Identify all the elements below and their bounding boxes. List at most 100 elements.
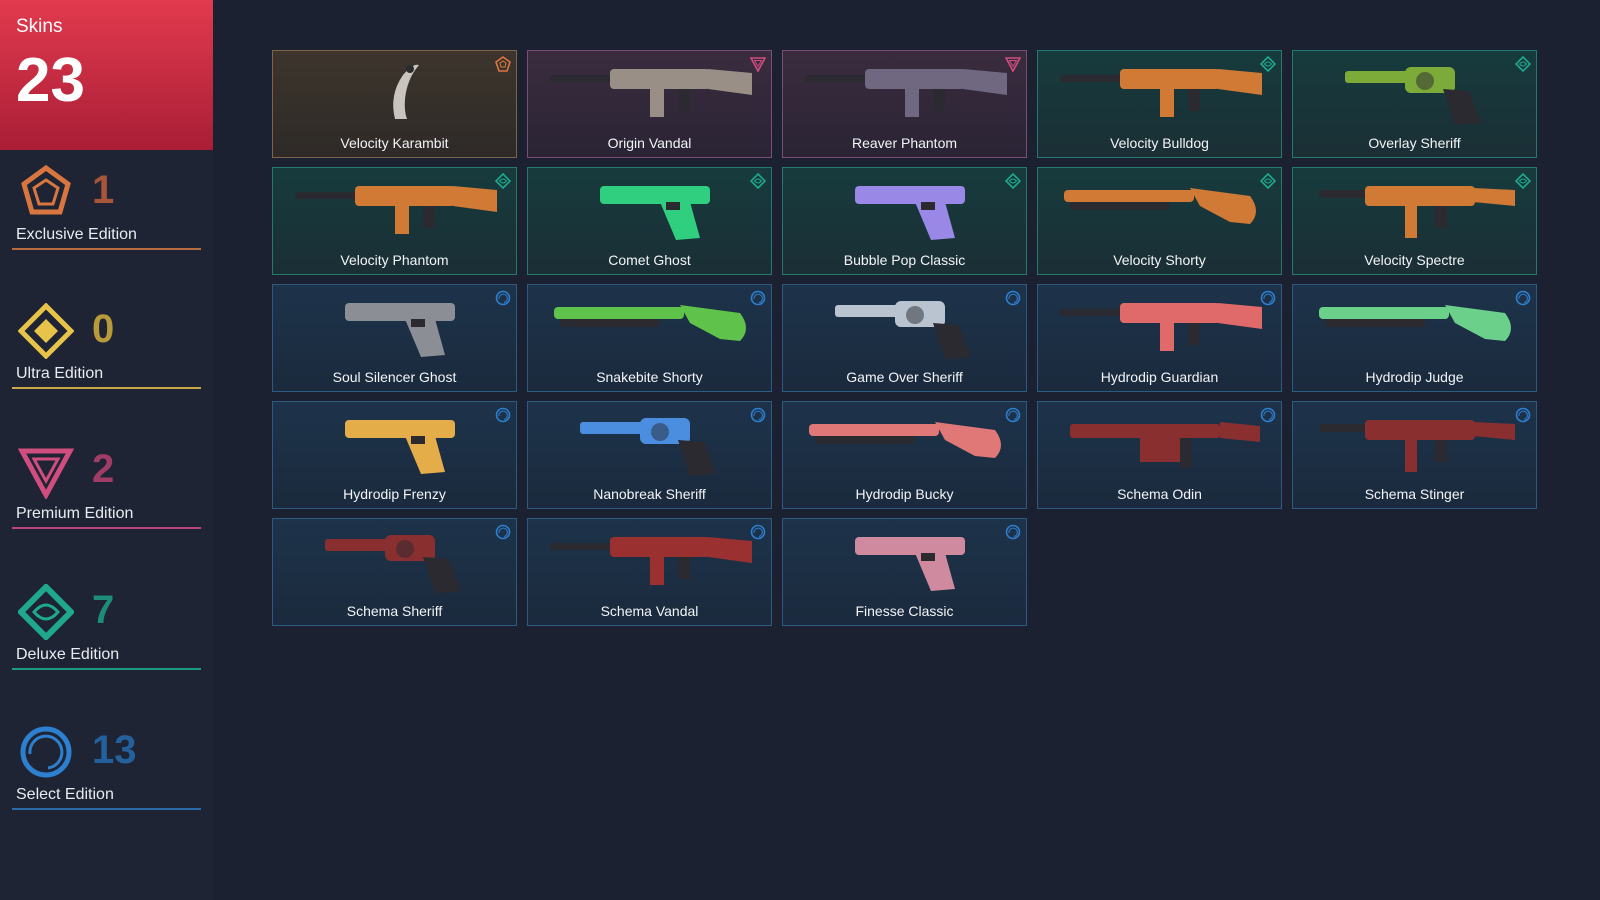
tier-name: Deluxe Edition — [16, 646, 120, 663]
tier-exclusive[interactable]: 1 Exclusive Edition — [12, 164, 201, 266]
smg-icon — [1319, 420, 1515, 472]
shotgun-icon — [1319, 305, 1511, 341]
skin-card[interactable]: Comet Ghost — [527, 167, 772, 275]
select-badge-icon — [495, 407, 511, 423]
sidebar: Skins 23 1 Exclusive Edition 0 Ultra Edi… — [0, 0, 213, 900]
skin-grid: Velocity Karambit Origin Vandal Reaver Pha… — [272, 50, 1537, 626]
rifle-icon — [550, 69, 752, 117]
tier-divider — [12, 387, 201, 389]
pistol-icon — [855, 537, 965, 591]
tier-deluxe[interactable]: 7 Deluxe Edition — [12, 584, 201, 686]
deluxe-badge-icon — [1515, 56, 1531, 72]
skin-card[interactable]: Soul Silencer Ghost — [272, 284, 517, 392]
deluxe-badge-icon — [1260, 173, 1276, 189]
skin-card[interactable]: Snakebite Shorty — [527, 284, 772, 392]
select-badge-icon — [1260, 290, 1276, 306]
total-skins-count: 23 — [16, 46, 85, 115]
tier-name: Exclusive Edition — [16, 226, 137, 243]
skin-card[interactable]: Reaver Phantom — [782, 50, 1027, 158]
tier-count: 0 — [92, 307, 115, 351]
tier-name: Ultra Edition — [16, 365, 104, 382]
tier-count: 2 — [92, 447, 115, 491]
skin-card[interactable]: Schema Stinger — [1292, 401, 1537, 509]
rifle-icon — [295, 186, 497, 234]
tier-count: 13 — [92, 728, 137, 772]
tier-divider — [12, 527, 201, 529]
skin-card[interactable]: Velocity Bulldog — [1037, 50, 1282, 158]
tier-divider — [12, 668, 201, 670]
skin-card[interactable]: Nanobreak Sheriff — [527, 401, 772, 509]
skin-name: Game Over Sheriff — [846, 369, 963, 385]
skin-name: Snakebite Shorty — [596, 369, 703, 385]
skin-card[interactable]: Hydrodip Guardian — [1037, 284, 1282, 392]
total-skins-label: Skins — [16, 16, 63, 37]
tier-count: 7 — [92, 588, 115, 632]
skin-card[interactable]: Hydrodip Frenzy — [272, 401, 517, 509]
rifle-icon — [1060, 69, 1262, 117]
select-badge-icon — [750, 524, 766, 540]
pistol-icon — [855, 186, 965, 240]
knife-icon — [393, 64, 419, 119]
skin-name: Schema Sheriff — [346, 603, 443, 619]
skin-card[interactable]: Finesse Classic — [782, 518, 1027, 626]
select-badge-icon — [1005, 524, 1021, 540]
rifle-icon — [1060, 303, 1262, 351]
skin-name: Schema Vandal — [600, 603, 699, 619]
pistol-icon — [345, 303, 455, 357]
skin-name: Finesse Classic — [855, 603, 954, 619]
exclusive-badge-icon — [495, 56, 511, 72]
skin-name: Hydrodip Bucky — [855, 486, 954, 502]
skin-name: Hydrodip Judge — [1365, 369, 1464, 385]
ultra-edition-icon — [18, 303, 74, 359]
tier-name: Select Edition — [16, 786, 114, 803]
tier-ultra[interactable]: 0 Ultra Edition — [12, 303, 201, 405]
revolver-icon — [580, 418, 716, 476]
tier-select[interactable]: 13 Select Edition — [12, 724, 201, 826]
select-edition-icon — [20, 726, 72, 778]
skin-card[interactable]: Hydrodip Judge — [1292, 284, 1537, 392]
deluxe-badge-icon — [1005, 173, 1021, 189]
skin-card[interactable]: Velocity Spectre — [1292, 167, 1537, 275]
skin-card[interactable]: Bubble Pop Classic — [782, 167, 1027, 275]
skin-name: Schema Stinger — [1364, 486, 1465, 502]
lmg-icon — [1070, 422, 1260, 468]
skin-card[interactable]: Overlay Sheriff — [1292, 50, 1537, 158]
revolver-icon — [835, 301, 971, 359]
select-badge-icon — [1005, 290, 1021, 306]
skin-name: Velocity Spectre — [1364, 252, 1465, 268]
skin-card[interactable]: Origin Vandal — [527, 50, 772, 158]
select-badge-icon — [750, 407, 766, 423]
shotgun-icon — [554, 305, 746, 341]
skin-card[interactable]: Velocity Karambit — [272, 50, 517, 158]
skin-name: Velocity Phantom — [340, 252, 449, 268]
exclusive-edition-icon — [21, 164, 71, 215]
smg-icon — [1319, 186, 1515, 238]
skin-card[interactable]: Schema Odin — [1037, 401, 1282, 509]
skin-card[interactable]: Game Over Sheriff — [782, 284, 1027, 392]
skin-card[interactable]: Velocity Phantom — [272, 167, 517, 275]
select-badge-icon — [495, 524, 511, 540]
deluxe-badge-icon — [1515, 173, 1531, 189]
tier-divider — [12, 808, 201, 810]
skin-card[interactable]: Velocity Shorty — [1037, 167, 1282, 275]
deluxe-edition-icon — [18, 584, 74, 640]
skin-name: Reaver Phantom — [851, 135, 958, 151]
select-badge-icon — [1515, 407, 1531, 423]
select-badge-icon — [1515, 290, 1531, 306]
pistol-icon — [600, 186, 710, 240]
select-badge-icon — [495, 290, 511, 306]
revolver-icon — [1345, 67, 1481, 125]
skin-name: Schema Odin — [1117, 486, 1202, 502]
select-badge-icon — [1260, 407, 1276, 423]
skin-card[interactable]: Hydrodip Bucky — [782, 401, 1027, 509]
skin-card[interactable]: Schema Vandal — [527, 518, 772, 626]
pistol-icon — [345, 420, 455, 474]
tier-premium[interactable]: 2 Premium Edition — [12, 443, 201, 545]
skin-name: Velocity Karambit — [340, 135, 449, 151]
shotgun-icon — [1064, 188, 1256, 224]
skin-name: Origin Vandal — [607, 135, 692, 151]
revolver-icon — [325, 535, 461, 593]
skin-card[interactable]: Schema Sheriff — [272, 518, 517, 626]
rifle-icon — [550, 537, 752, 585]
select-badge-icon — [1005, 407, 1021, 423]
